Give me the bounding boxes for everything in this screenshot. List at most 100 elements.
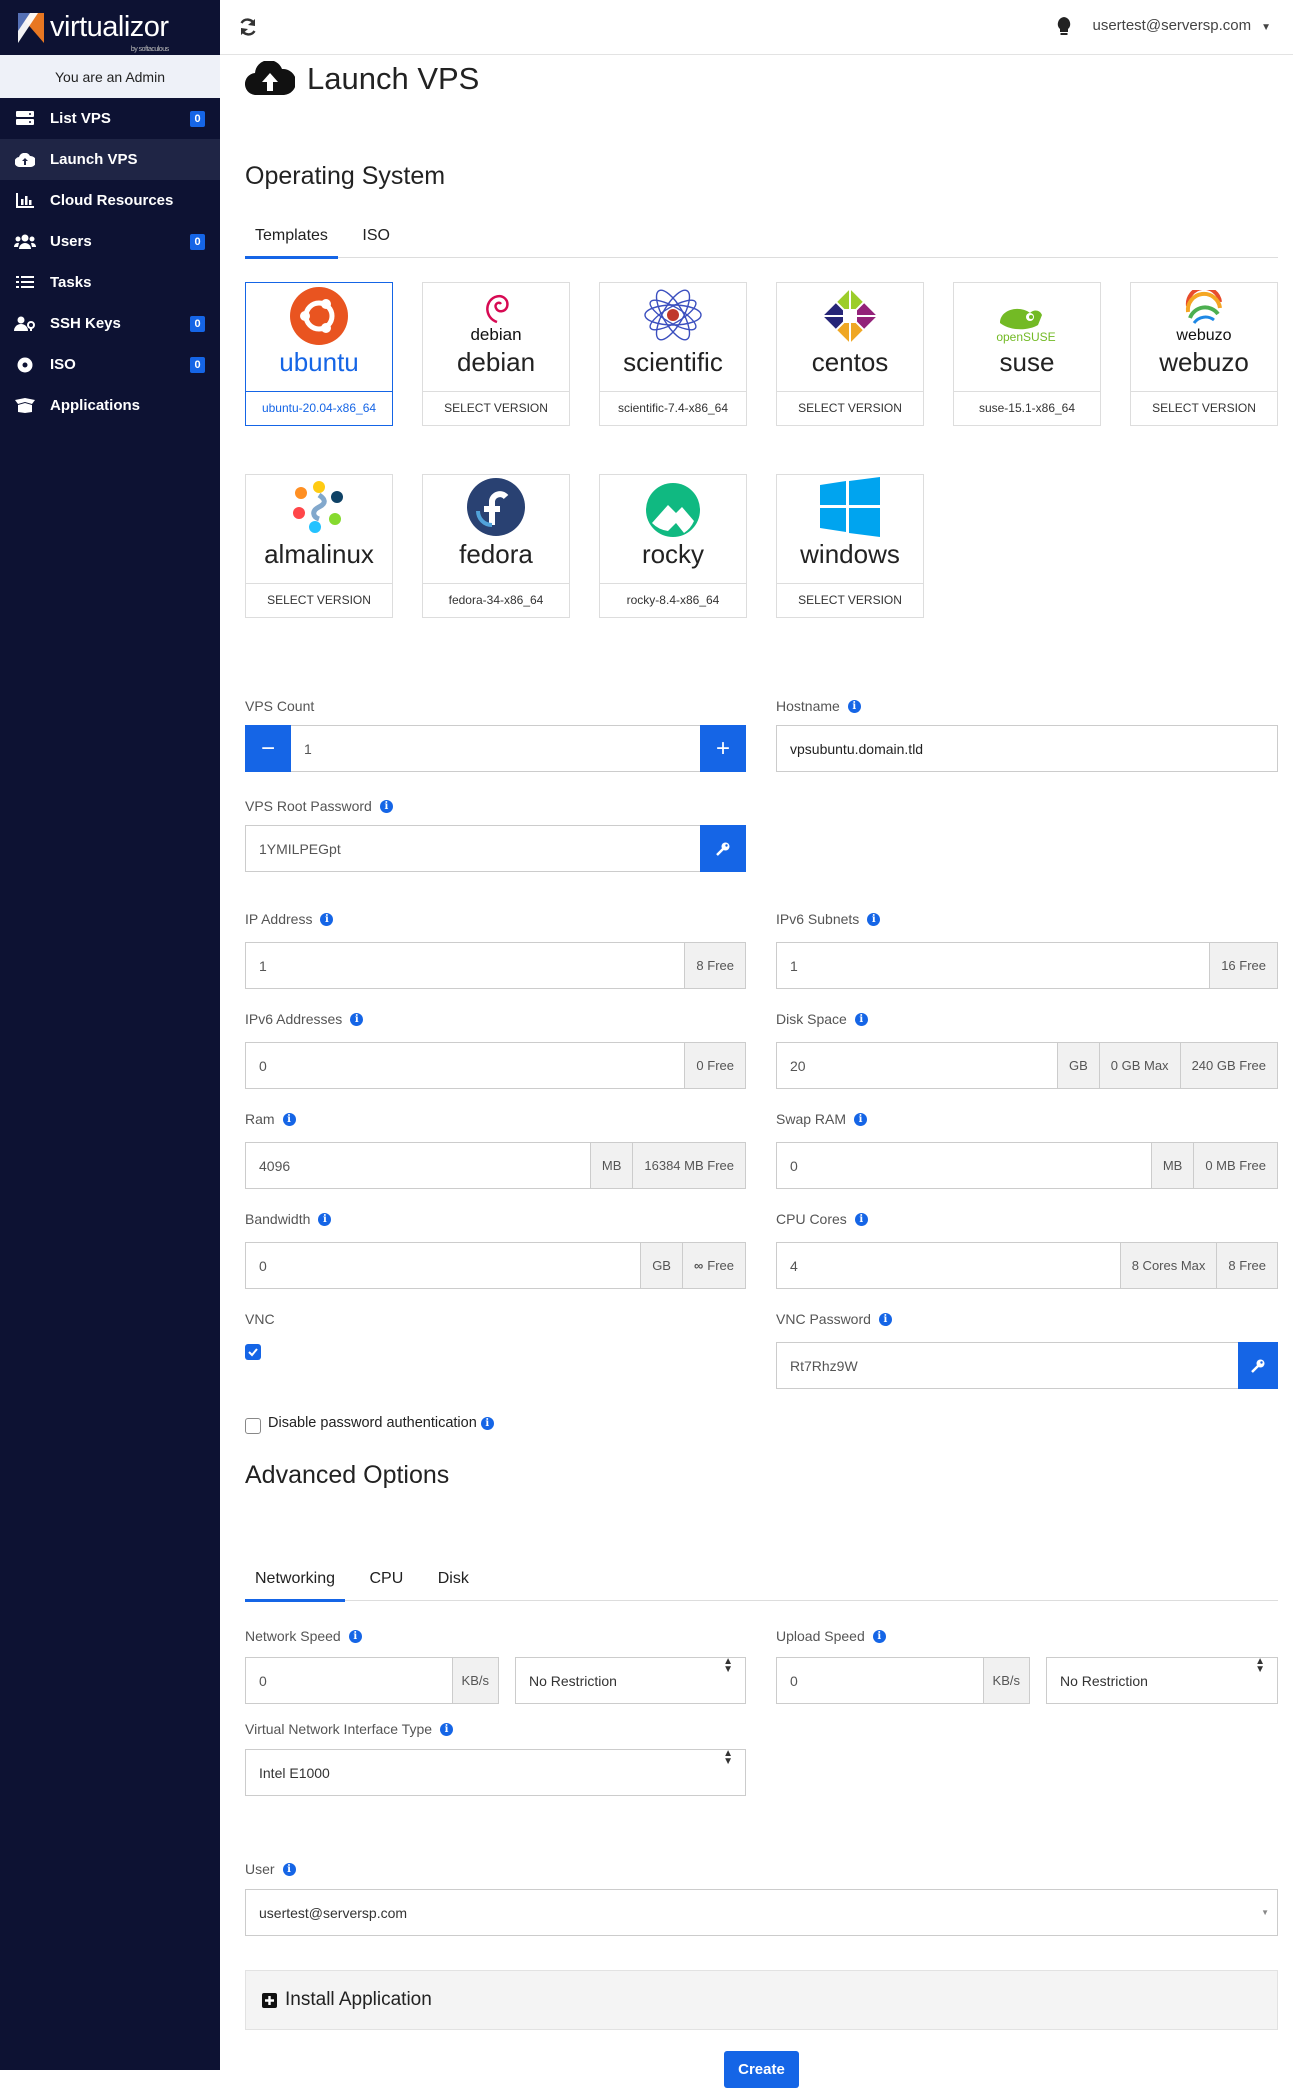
refresh-icon[interactable] <box>238 17 258 37</box>
vnc-checkbox[interactable] <box>245 1344 261 1360</box>
tab-cpu[interactable]: CPU <box>359 1564 413 1601</box>
count-badge: 0 <box>190 111 205 127</box>
cpu-cores-input[interactable]: 4 8 Cores Max 8 Free <box>776 1242 1278 1289</box>
ipv6-subnets-input[interactable]: 1 16 Free <box>776 942 1278 989</box>
install-application-toggle[interactable]: Install Application <box>245 1970 1278 2030</box>
os-version[interactable]: rocky-8.4-x86_64 <box>600 583 746 617</box>
ip-address-input[interactable]: 1 8 Free <box>245 942 746 989</box>
os-version[interactable]: SELECT VERSION <box>1131 391 1277 425</box>
lightbulb-icon[interactable] <box>1057 17 1071 37</box>
count-badge: 0 <box>190 357 205 373</box>
sidebar-item-list-vps[interactable]: List VPS 0 <box>0 98 220 139</box>
os-card-scientific[interactable]: scientific scientific-7.4-x86_64 <box>599 282 747 426</box>
os-name: fedora <box>459 539 533 569</box>
hostname-label: Hostname i <box>776 698 861 714</box>
info-icon[interactable]: i <box>282 1862 296 1876</box>
sidebar-item-label: SSH Keys <box>50 315 121 332</box>
os-version[interactable]: SELECT VERSION <box>777 583 923 617</box>
sidebar-item-tasks[interactable]: Tasks <box>0 262 220 303</box>
install-application-label: Install Application <box>285 1989 432 2010</box>
network-speed-select[interactable]: No Restriction ▲ ▼ <box>515 1657 746 1704</box>
os-name: almalinux <box>264 539 374 569</box>
network-speed-input[interactable]: 0 KB/s <box>245 1657 499 1704</box>
sidebar-item-applications[interactable]: Applications <box>0 385 220 426</box>
os-card-suse[interactable]: openSUSE suse suse-15.1-x86_64 <box>953 282 1101 426</box>
sidebar-item-users[interactable]: Users 0 <box>0 221 220 262</box>
os-card-ubuntu[interactable]: ubuntu ubuntu-20.04-x86_64 <box>245 282 393 426</box>
plus-square-icon <box>262 1992 277 2008</box>
tab-templates[interactable]: Templates <box>245 221 338 259</box>
os-card-webuzo[interactable]: webuzo webuzo SELECT VERSION <box>1130 282 1278 426</box>
user-menu[interactable]: usertest@serversp.com ▼ <box>1092 17 1271 34</box>
ipv6-addresses-input[interactable]: 0 0 Free <box>245 1042 746 1089</box>
info-icon[interactable]: i <box>379 799 393 813</box>
sidebar-item-cloud-resources[interactable]: Cloud Resources <box>0 180 220 221</box>
sidebar-item-ssh-keys[interactable]: SSH Keys 0 <box>0 303 220 344</box>
disk-space-input[interactable]: 20 GB 0 GB Max 240 GB Free <box>776 1042 1278 1089</box>
increment-button[interactable]: + <box>700 725 746 772</box>
info-icon[interactable]: i <box>872 1629 886 1643</box>
generate-password-button[interactable] <box>700 825 746 872</box>
info-icon[interactable]: i <box>440 1722 454 1736</box>
disable-password-auth-label: Disable password authentication i <box>268 1415 494 1431</box>
bandwidth-input[interactable]: 0 GB ∞ Free <box>245 1242 746 1289</box>
tab-iso[interactable]: ISO <box>352 221 400 258</box>
ram-input[interactable]: 4096 MB 16384 MB Free <box>245 1142 746 1189</box>
swap-input[interactable]: 0 MB 0 MB Free <box>776 1142 1278 1189</box>
info-icon[interactable]: i <box>867 912 881 926</box>
info-icon[interactable]: i <box>878 1312 892 1326</box>
info-icon[interactable]: i <box>480 1416 494 1430</box>
os-card-fedora[interactable]: fedora fedora-34-x86_64 <box>422 474 570 618</box>
decrement-button[interactable]: − <box>245 725 291 772</box>
os-version[interactable]: fedora-34-x86_64 <box>423 583 569 617</box>
sidebar-item-launch-vps[interactable]: Launch VPS <box>0 139 220 180</box>
user-select[interactable]: usertest@serversp.com ▼ <box>245 1889 1278 1936</box>
os-card-windows[interactable]: windows SELECT VERSION <box>776 474 924 618</box>
os-card-centos[interactable]: centos SELECT VERSION <box>776 282 924 426</box>
ipv6-addresses-free-addon: 0 Free <box>684 1043 745 1088</box>
vnic-type-label: Virtual Network Interface Type i <box>245 1721 454 1737</box>
tab-networking[interactable]: Networking <box>245 1564 346 1602</box>
os-version[interactable]: SELECT VERSION <box>246 583 392 617</box>
vnic-type-select[interactable]: Intel E1000 ▲ ▼ <box>245 1749 746 1796</box>
bandwidth-free-addon: ∞ Free <box>681 1243 745 1288</box>
os-card-rocky[interactable]: rocky rocky-8.4-x86_64 <box>599 474 747 618</box>
upload-speed-input[interactable]: 0 KB/s <box>776 1657 1030 1704</box>
os-version[interactable]: ubuntu-20.04-x86_64 <box>246 391 392 425</box>
svg-text:openSUSE: openSUSE <box>996 330 1055 344</box>
cpu-free-addon: 8 Free <box>1216 1243 1277 1288</box>
root-password-input[interactable]: 1YMILPEGpt <box>245 825 746 872</box>
webuzo-logo-icon: webuzo <box>1131 283 1277 345</box>
os-version[interactable]: SELECT VERSION <box>423 391 569 425</box>
disable-password-auth-checkbox[interactable] <box>245 1418 261 1434</box>
upload-speed-select[interactable]: No Restriction ▲ ▼ <box>1046 1657 1278 1704</box>
info-icon[interactable]: i <box>854 1012 868 1026</box>
info-icon[interactable]: i <box>282 1112 296 1126</box>
info-icon[interactable]: i <box>320 912 334 926</box>
info-icon[interactable]: i <box>854 1112 868 1126</box>
vnc-password-input[interactable]: Rt7Rhz9W <box>776 1342 1278 1389</box>
ip-address-label: IP Address i <box>245 911 334 927</box>
info-icon[interactable]: i <box>350 1012 364 1026</box>
os-card-almalinux[interactable]: almalinux SELECT VERSION <box>245 474 393 618</box>
fedora-logo-icon <box>423 475 569 537</box>
os-card-debian[interactable]: debian debian SELECT VERSION <box>422 282 570 426</box>
select-arrows-icon: ▲ ▼ <box>723 1656 733 1675</box>
sidebar-item-iso[interactable]: ISO 0 <box>0 344 220 385</box>
os-version[interactable]: scientific-7.4-x86_64 <box>600 391 746 425</box>
info-icon[interactable]: i <box>348 1629 362 1643</box>
info-icon[interactable]: i <box>318 1212 332 1226</box>
ipv6-subnets-free-addon: 16 Free <box>1209 943 1277 988</box>
vps-count-stepper[interactable]: − 1 + <box>245 725 746 772</box>
info-icon[interactable]: i <box>854 1212 868 1226</box>
info-icon[interactable]: i <box>847 699 861 713</box>
hostname-input[interactable]: vpsubuntu.domain.tld <box>776 725 1278 772</box>
os-name: windows <box>800 539 900 569</box>
generate-vnc-password-button[interactable] <box>1238 1342 1278 1389</box>
os-version[interactable]: suse-15.1-x86_64 <box>954 391 1100 425</box>
tab-disk[interactable]: Disk <box>428 1564 479 1601</box>
vps-count-value[interactable]: 1 <box>291 726 700 771</box>
os-name: rocky <box>641 539 705 569</box>
logo[interactable]: virtualizor by softaculous <box>0 0 220 55</box>
os-version[interactable]: SELECT VERSION <box>777 391 923 425</box>
